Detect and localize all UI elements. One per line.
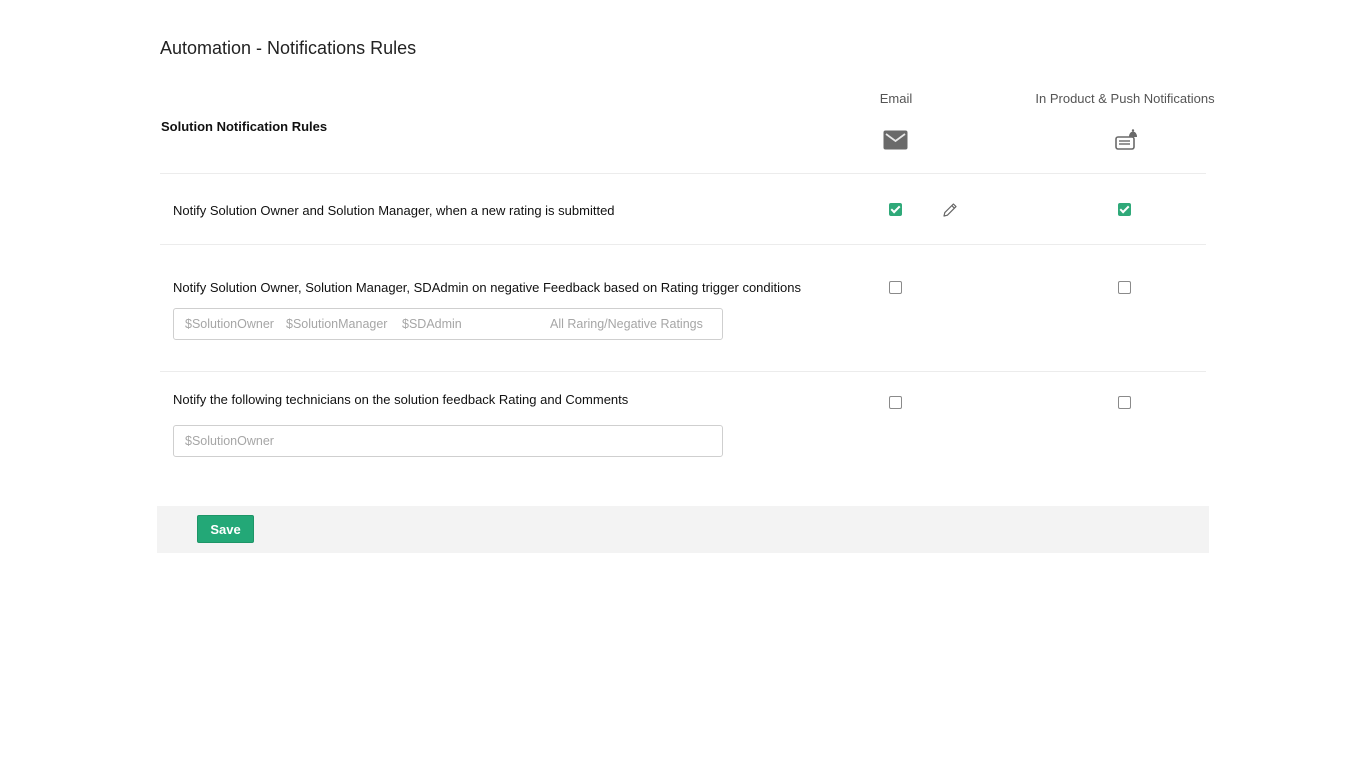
- push-checkbox[interactable]: [1118, 396, 1131, 409]
- recipient-token: $SolutionOwner: [185, 434, 274, 448]
- envelope-icon: [883, 129, 908, 156]
- divider: [160, 244, 1206, 245]
- rule-text: Notify the following technicians on the …: [173, 392, 629, 407]
- rule-text: Notify Solution Owner and Solution Manag…: [173, 203, 615, 218]
- notification-rules-page: Automation - Notifications Rules Solutio…: [0, 0, 1366, 768]
- footer-bar: Save: [157, 506, 1209, 553]
- email-checkbox[interactable]: [889, 281, 902, 294]
- technicians-field[interactable]: $SolutionOwner: [173, 425, 723, 457]
- pencil-icon[interactable]: [941, 201, 959, 219]
- page-title: Automation - Notifications Rules: [160, 38, 417, 58]
- rule-text: Notify Solution Owner, Solution Manager,…: [173, 280, 801, 295]
- notification-bell-icon: [1114, 129, 1138, 156]
- divider: [160, 173, 1206, 174]
- recipients-field[interactable]: $SolutionOwner $SolutionManager $SDAdmin…: [173, 308, 723, 340]
- recipient-token: $SolutionOwner: [185, 317, 274, 331]
- email-column-header: Email: [879, 91, 913, 106]
- push-column-header: In Product & Push Notifications: [1035, 91, 1215, 106]
- section-title: Solution Notification Rules: [161, 119, 328, 134]
- push-checkbox[interactable]: [1118, 281, 1131, 294]
- trigger-condition-selector[interactable]: All Raring/Negative Ratings: [550, 309, 703, 339]
- divider: [160, 371, 1206, 372]
- save-button[interactable]: Save: [197, 515, 254, 543]
- email-checkbox[interactable]: [889, 203, 902, 216]
- email-checkbox[interactable]: [889, 396, 902, 409]
- recipient-token: $SolutionManager: [286, 317, 388, 331]
- recipient-token: $SDAdmin: [402, 317, 462, 331]
- push-checkbox[interactable]: [1118, 203, 1131, 216]
